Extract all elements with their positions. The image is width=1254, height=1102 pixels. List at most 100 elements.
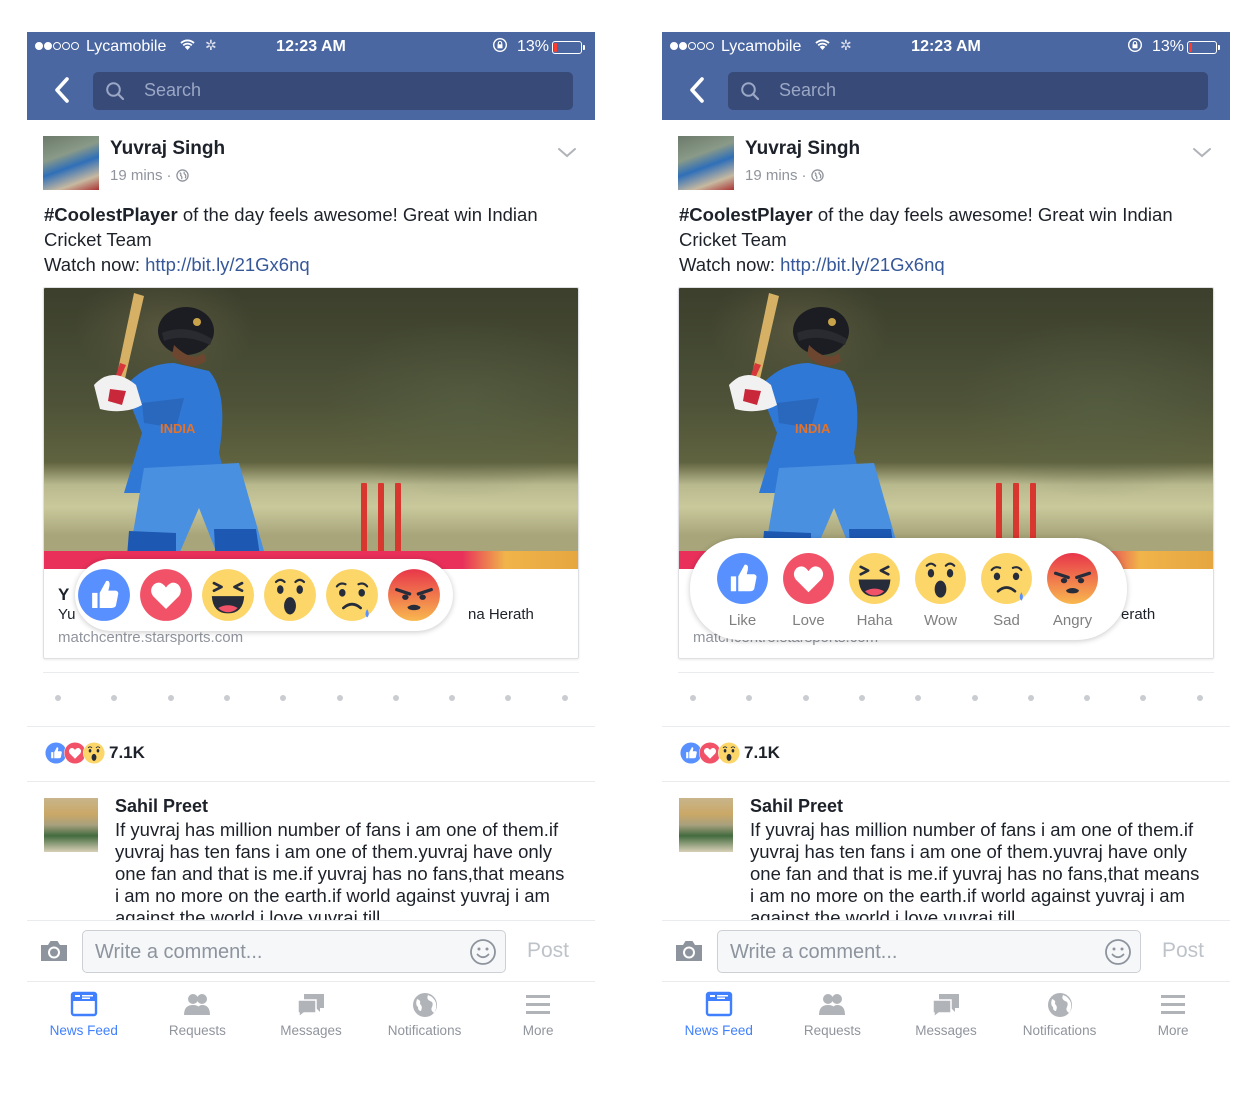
- reaction-sad-button[interactable]: Sad: [980, 552, 1033, 629]
- comment-composer: Write a comment... Post: [662, 920, 1230, 982]
- battery-icon: [552, 41, 585, 54]
- sad-reaction-icon: [981, 553, 1032, 604]
- tab-more[interactable]: More: [1116, 983, 1230, 1052]
- chevron-down-icon: [1193, 148, 1211, 158]
- reaction-haha-button[interactable]: Haha: [848, 552, 901, 629]
- reaction-wow-button[interactable]: Wow: [914, 552, 967, 629]
- commenter-avatar[interactable]: [44, 798, 98, 852]
- smiley-icon[interactable]: [469, 938, 497, 966]
- rotation-lock-icon: [492, 37, 508, 56]
- post-comment-button[interactable]: Post: [527, 939, 569, 963]
- messages-icon: [297, 994, 324, 1019]
- battery-level-fill: [1189, 43, 1192, 52]
- loading-dots: [27, 695, 595, 703]
- post-message: #CoolestPlayer of the day feels awesome!…: [44, 202, 584, 277]
- camera-button[interactable]: [674, 939, 704, 963]
- reaction-love-button[interactable]: Love: [139, 568, 193, 622]
- tab-label: Messages: [280, 1023, 342, 1038]
- post-link[interactable]: http://bit.ly/21Gx6nq: [145, 254, 310, 275]
- dot: [505, 695, 512, 701]
- comment-text: If yuvraj has million number of fans i a…: [750, 819, 1200, 922]
- battery-percentage: 13%: [1152, 38, 1185, 55]
- dot: [971, 695, 978, 701]
- reaction-angry-button[interactable]: Angry: [1046, 552, 1099, 629]
- reaction-like-button[interactable]: Like: [716, 552, 769, 629]
- post-meta: 19 mins ·: [745, 167, 824, 184]
- comment-author[interactable]: Sahil Preet: [115, 796, 208, 817]
- author-avatar[interactable]: [678, 136, 734, 190]
- hashtag-link[interactable]: #CoolestPlayer: [679, 204, 813, 225]
- navigation-header: Lycamobile ✲ 12:23 AM 13% Search: [27, 32, 595, 120]
- friend-requests-icon: [819, 994, 846, 1015]
- tab-requests[interactable]: Requests: [141, 983, 255, 1052]
- tab-news-feed[interactable]: News Feed: [27, 983, 141, 1052]
- comment-author[interactable]: Sahil Preet: [750, 796, 843, 817]
- tab-news-feed[interactable]: News Feed: [662, 983, 776, 1052]
- search-icon: [741, 82, 760, 101]
- comment-input[interactable]: Write a comment...: [717, 930, 1141, 973]
- dot: [55, 695, 61, 701]
- phone-screen-left: Lycamobile ✲ 12:23 AM 13% Search Yuvraj …: [27, 32, 595, 1052]
- card-description-start: Yu: [58, 606, 76, 623]
- tab-notifications[interactable]: Notifications: [368, 983, 482, 1052]
- hashtag-link[interactable]: #CoolestPlayer: [44, 204, 178, 225]
- search-icon: [106, 82, 125, 101]
- hamburger-menu-icon: [526, 995, 551, 1014]
- reaction-picker: LikeLoveHahaWowSadAngry: [75, 559, 453, 631]
- phone-screen-right: Lycamobile ✲ 12:23 AM 13% Search Yuvraj …: [662, 32, 1230, 1052]
- search-input[interactable]: Search: [728, 72, 1208, 110]
- post-timestamp[interactable]: 19 mins: [110, 167, 163, 184]
- post-author[interactable]: Yuvraj Singh: [745, 138, 860, 160]
- dot: [1140, 695, 1147, 701]
- link-preview-image: INDIA: [679, 288, 1213, 569]
- battery-level-fill: [554, 43, 557, 52]
- reaction-summary[interactable]: 7.1K: [680, 740, 780, 766]
- reaction-haha-button[interactable]: Haha: [201, 568, 255, 622]
- tab-label: Notifications: [387, 1023, 462, 1038]
- camera-button[interactable]: [39, 939, 69, 963]
- post-comment-button[interactable]: Post: [1162, 939, 1204, 963]
- tab-more[interactable]: More: [481, 983, 595, 1052]
- post-link[interactable]: http://bit.ly/21Gx6nq: [780, 254, 945, 275]
- comment-text: If yuvraj has million number of fans i a…: [115, 819, 565, 922]
- reaction-love-button[interactable]: Love: [782, 552, 835, 629]
- post-options-button[interactable]: [555, 145, 579, 161]
- commenter-avatar[interactable]: [679, 798, 733, 852]
- dot: [746, 695, 753, 701]
- haha-reaction-icon: [202, 569, 254, 621]
- card-description-end: erath: [1121, 606, 1156, 623]
- search-input[interactable]: Search: [93, 72, 573, 110]
- tab-messages[interactable]: Messages: [889, 983, 1003, 1052]
- camera-icon: [41, 941, 67, 961]
- tab-messages[interactable]: Messages: [254, 983, 368, 1052]
- reaction-sad-button[interactable]: Sad: [325, 568, 379, 622]
- post-options-button[interactable]: [1190, 145, 1214, 161]
- back-button[interactable]: [49, 72, 77, 108]
- wow-reaction-icon: [264, 569, 316, 621]
- card-description-end: na Herath: [468, 606, 534, 623]
- globe-icon: [1047, 993, 1072, 1017]
- post-author[interactable]: Yuvraj Singh: [110, 138, 225, 160]
- reaction-wow-button[interactable]: Wow: [263, 568, 317, 622]
- smiley-icon[interactable]: [1104, 938, 1132, 966]
- loading-dots: [662, 695, 1230, 703]
- bottom-tab-bar: News Feed Requests Messages Notifications Mo…: [662, 983, 1230, 1052]
- divider: [678, 672, 1214, 673]
- reaction-like-button[interactable]: Like: [77, 568, 131, 622]
- tab-notifications[interactable]: Notifications: [1003, 983, 1117, 1052]
- comment-input[interactable]: Write a comment...: [82, 930, 506, 973]
- news-feed-icon: [70, 991, 97, 1017]
- bottom-tab-bar: News Feed Requests Messages Notifications Mo…: [27, 983, 595, 1052]
- reaction-count: 7.1K: [109, 743, 145, 762]
- reaction-summary[interactable]: 7.1K: [45, 740, 145, 766]
- like-reaction-icon: [717, 553, 768, 604]
- chevron-left-icon: [690, 77, 704, 103]
- messages-icon: [932, 994, 959, 1019]
- post-timestamp[interactable]: 19 mins: [745, 167, 798, 184]
- back-button[interactable]: [684, 72, 712, 108]
- camera-icon: [676, 941, 702, 961]
- reaction-angry-button[interactable]: Angry: [387, 568, 441, 622]
- search-placeholder: Search: [779, 80, 837, 100]
- author-avatar[interactable]: [43, 136, 99, 190]
- tab-requests[interactable]: Requests: [776, 983, 890, 1052]
